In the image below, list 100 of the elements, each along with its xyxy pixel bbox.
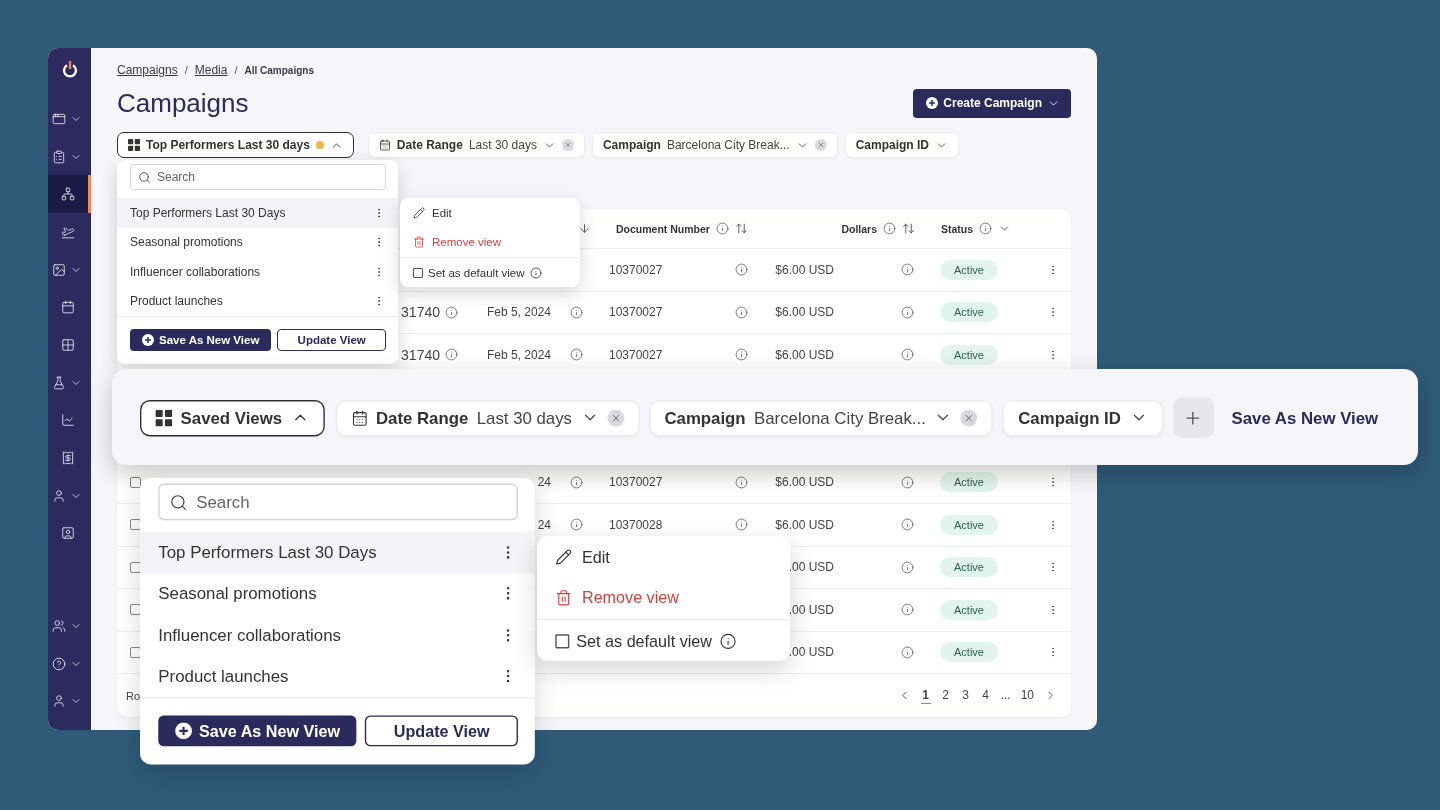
filter-chip[interactable]: Date Range Last 30 days: [367, 132, 585, 158]
view-item[interactable]: Product launches: [140, 655, 535, 698]
view-item[interactable]: Influencer collaborations: [140, 614, 535, 656]
plus-circle-icon: [142, 334, 154, 346]
page-link[interactable]: ...: [1000, 687, 1011, 704]
breadcrumb-link[interactable]: Media: [194, 63, 228, 77]
info-icon: [735, 263, 748, 277]
page-link[interactable]: 10: [1020, 687, 1034, 704]
clear-icon[interactable]: [960, 408, 978, 426]
grid-icon: [61, 337, 75, 352]
create-campaign-button[interactable]: Create Campaign: [913, 88, 1071, 118]
view-item[interactable]: Seasonal promotions: [140, 572, 535, 615]
status-badge: Active: [940, 514, 998, 535]
update-view-button[interactable]: Update View: [277, 329, 386, 351]
date: 24: [537, 475, 551, 490]
clear-icon[interactable]: [814, 139, 827, 151]
filter-chip[interactable]: Campaign Barcelona City Break...: [591, 132, 838, 158]
sort-icon: [734, 222, 748, 235]
column-header[interactable]: Status: [941, 222, 974, 235]
column-header[interactable]: Dollars: [841, 222, 877, 235]
date: 24: [537, 517, 551, 532]
edit-item[interactable]: Edit: [400, 198, 580, 227]
sort-down-icon: [578, 222, 591, 235]
calendar-icon: [378, 139, 391, 151]
view-item[interactable]: Top Performers Last 30 Days: [140, 531, 535, 573]
search-icon: [169, 492, 188, 511]
search-field[interactable]: Search: [158, 483, 518, 521]
info-icon: [883, 222, 896, 235]
remove-view-item[interactable]: Remove view: [537, 576, 790, 619]
window-icon: [52, 111, 66, 126]
page-link[interactable]: 4: [980, 687, 991, 704]
checkbox[interactable]: [555, 633, 570, 648]
info-icon: [900, 263, 914, 277]
save-view-button[interactable]: Save As New View: [130, 329, 272, 351]
nav-item[interactable]: [48, 175, 91, 214]
line-chart-icon: [61, 413, 75, 428]
amount: $6.00 USD: [775, 262, 834, 277]
plus-circle-icon: [926, 97, 939, 109]
view-item[interactable]: Influencer collaborations: [117, 257, 398, 287]
breadcrumb-separator: /: [234, 64, 238, 76]
default-view-option[interactable]: Set as default view: [537, 618, 790, 662]
document-number: 10370027: [609, 262, 663, 277]
view-item[interactable]: Seasonal promotions: [117, 227, 398, 257]
info-icon: [900, 518, 914, 532]
edit-item[interactable]: Edit: [537, 536, 790, 577]
page-link[interactable]: 3: [960, 687, 971, 704]
amount: $6.00 USD: [775, 517, 834, 532]
date: Feb 5, 2024: [486, 347, 551, 362]
remove-view-item[interactable]: Remove view: [400, 227, 580, 257]
status-badge: Active: [940, 302, 998, 323]
calendar-icon: [61, 300, 75, 315]
filter-chip[interactable]: Campaign ID: [1002, 398, 1163, 436]
save-view-button[interactable]: Save As New View: [158, 715, 357, 747]
amount: $6.00 USD: [775, 347, 834, 362]
info-icon: [900, 348, 914, 362]
saved-views-button[interactable]: Saved Views: [140, 398, 325, 436]
grid-icon: [128, 139, 140, 151]
page-link[interactable]: 2: [940, 687, 951, 704]
info-icon: [900, 603, 914, 617]
amount: .00 USD: [788, 645, 834, 660]
rows-label: Ro: [126, 689, 141, 702]
trash-icon: [555, 589, 573, 607]
document-number: 10370027: [609, 475, 663, 490]
default-view-option[interactable]: Set as default view: [400, 257, 580, 287]
info-icon: [570, 518, 583, 532]
checkbox[interactable]: [413, 267, 423, 278]
filter-chip[interactable]: Campaign Barcelona City Break...: [649, 398, 994, 436]
search-field[interactable]: Search: [130, 164, 386, 190]
breadcrumb-current[interactable]: All Campaigns: [244, 64, 314, 76]
column-header[interactable]: Document Number: [616, 222, 710, 235]
view-item[interactable]: Top Performers Last 30 Days: [117, 198, 398, 228]
trash-icon: [413, 236, 425, 248]
status-badge: Active: [940, 344, 998, 365]
people-icon: [52, 619, 66, 634]
clear-icon[interactable]: [607, 408, 624, 426]
status-badge: Active: [940, 557, 998, 578]
row-checkbox[interactable]: [130, 476, 141, 488]
page-link[interactable]: 1: [920, 687, 931, 704]
sort-icon: [902, 222, 915, 235]
page-title: Campaigns: [117, 87, 249, 119]
saved-views-button[interactable]: Top Performers Last 30 days: [117, 132, 354, 158]
filter-chip[interactable]: Campaign ID: [844, 132, 959, 158]
user-icon: [52, 694, 66, 709]
status-badge: Active: [940, 259, 998, 280]
campaign-id: 31740: [401, 304, 440, 321]
breadcrumb-link[interactable]: Campaigns: [117, 63, 178, 77]
campaign-id: 31740: [401, 346, 440, 363]
update-view-button[interactable]: Update View: [365, 715, 518, 747]
info-icon: [900, 645, 914, 659]
view-item[interactable]: Product launches: [117, 286, 398, 316]
clear-icon[interactable]: [561, 139, 574, 151]
info-icon: [900, 475, 914, 489]
filter-chip[interactable]: Date Range Last 30 days: [335, 398, 640, 436]
info-icon: [570, 348, 583, 362]
pencil-icon: [555, 547, 573, 565]
info-icon: [735, 518, 748, 532]
save-view-link[interactable]: Save As New View: [1231, 407, 1379, 427]
add-filter-button[interactable]: [1172, 396, 1214, 438]
info-icon: [735, 475, 748, 489]
flask-icon: [52, 375, 66, 390]
